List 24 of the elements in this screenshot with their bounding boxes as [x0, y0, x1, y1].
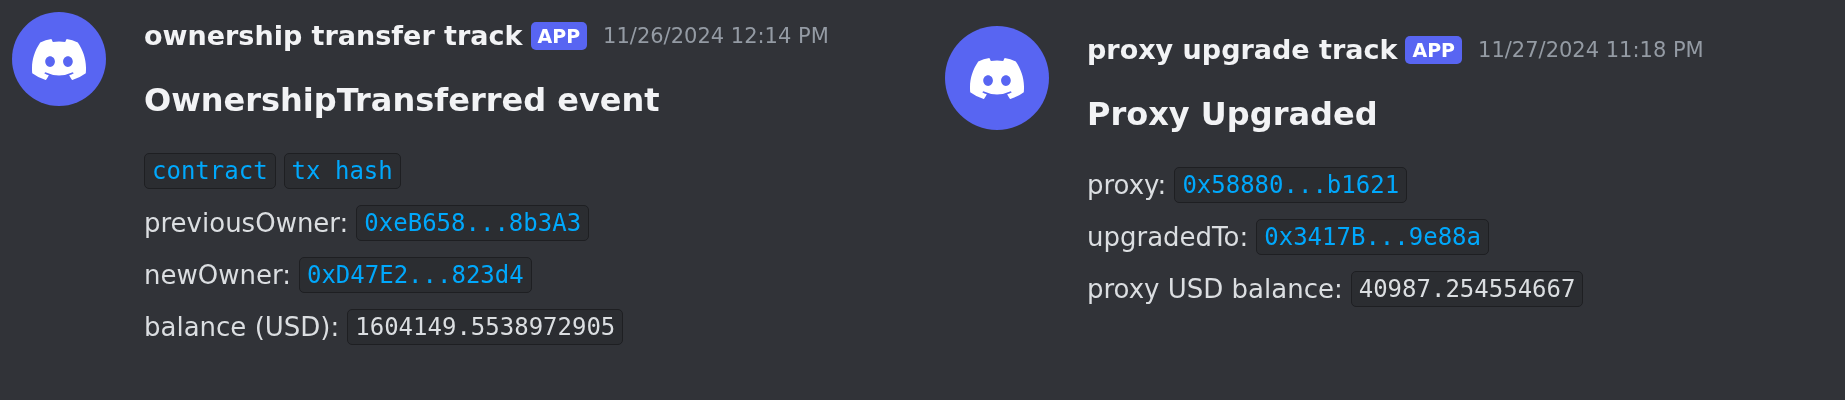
- discord-logo-icon: [32, 38, 86, 80]
- timestamp: 11/27/2024 11:18 PM: [1478, 37, 1704, 62]
- field-label: previousOwner:: [144, 208, 349, 238]
- embed-title: Proxy Upgraded: [1087, 95, 1379, 133]
- field-value: 40987.254554667: [1350, 271, 1584, 307]
- address-link[interactable]: 0x3417B...9e88a: [1256, 219, 1489, 255]
- author-name[interactable]: ownership transfer track: [144, 20, 523, 51]
- embed-title: OwnershipTransferred event: [144, 81, 661, 119]
- field-label: upgradedTo:: [1087, 222, 1249, 252]
- field-value: 1604149.5538972905: [347, 309, 624, 345]
- timestamp: 11/26/2024 12:14 PM: [603, 23, 829, 48]
- address-link[interactable]: 0xeB658...8b3A3: [356, 205, 590, 241]
- address-link[interactable]: 0x58880...b1621: [1174, 167, 1408, 203]
- field-label: proxy:: [1087, 170, 1167, 200]
- code-link[interactable]: contract: [144, 153, 276, 189]
- app-tag: APP: [530, 21, 588, 50]
- address-link[interactable]: 0xD47E2...823d4: [298, 257, 532, 293]
- discord-logo-icon: [970, 57, 1024, 99]
- field-label: proxy USD balance:: [1087, 274, 1343, 304]
- field-label: newOwner:: [144, 260, 291, 290]
- author-name[interactable]: proxy upgrade track: [1087, 34, 1398, 65]
- code-link[interactable]: tx hash: [283, 153, 401, 189]
- field-label: balance (USD):: [144, 312, 340, 342]
- app-tag: APP: [1405, 35, 1463, 64]
